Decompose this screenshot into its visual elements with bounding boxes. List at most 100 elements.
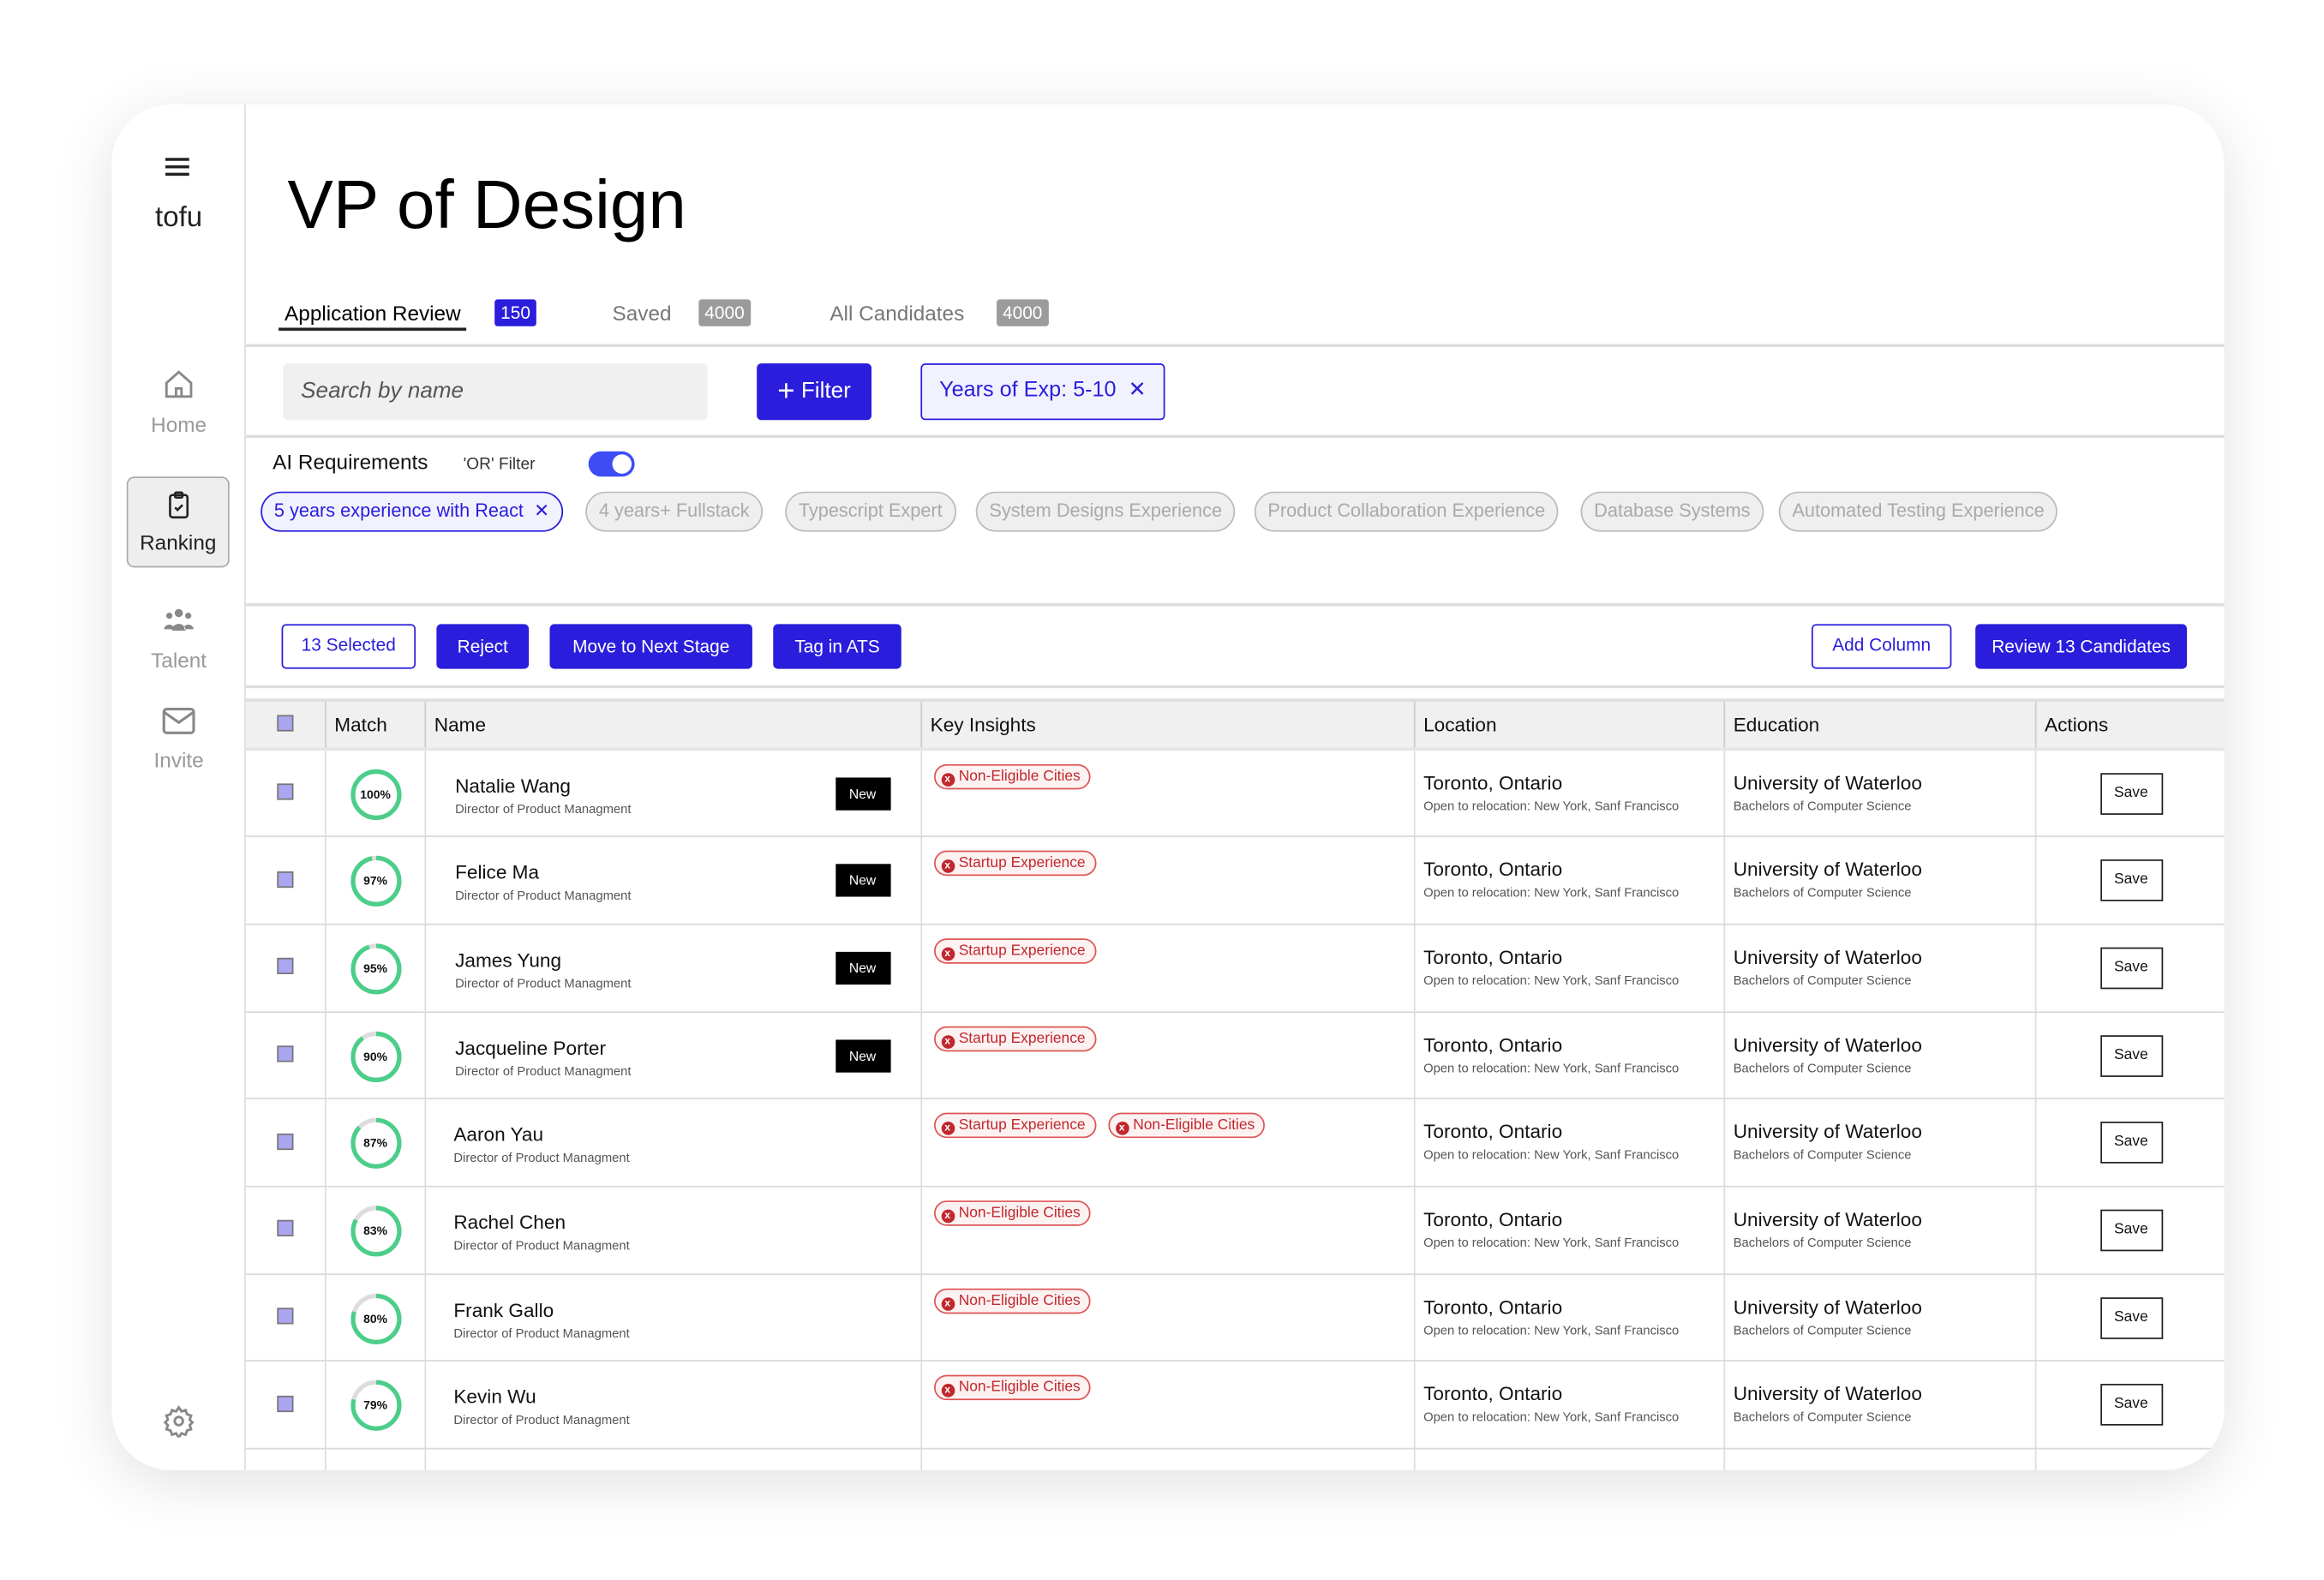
column-header-match[interactable]: Match	[324, 698, 426, 751]
candidate-name[interactable]: Kevin Wu	[453, 1385, 629, 1408]
sidebar-item-home[interactable]: Home	[111, 368, 245, 436]
candidate-name[interactable]: Natalie Wang	[455, 775, 631, 797]
match-score: 97%	[363, 874, 387, 889]
row-checkbox[interactable]	[276, 871, 294, 888]
tag-in-ats-button[interactable]: Tag in ATS	[773, 624, 901, 669]
count-badge: 4000	[698, 299, 751, 326]
candidate-name[interactable]: Jacqueline Porter	[455, 1036, 631, 1058]
close-icon[interactable]: ✕	[529, 500, 549, 521]
reject-button[interactable]: Reject	[436, 624, 530, 669]
candidate-title: Director of Product Managment	[455, 888, 632, 903]
column-header-actions: Actions	[2034, 698, 2225, 751]
save-button[interactable]: Save	[2099, 1209, 2163, 1252]
move-next-stage-button[interactable]: Move to Next Stage	[549, 624, 752, 669]
save-button[interactable]: Save	[2099, 1384, 2163, 1427]
insight-label: Startup Experience	[958, 1117, 1086, 1134]
requirement-chip[interactable]: Database Systems	[1580, 491, 1764, 532]
selected-count-button[interactable]: 13 Selected	[281, 624, 416, 669]
candidate-name[interactable]: Felice Ma	[455, 861, 631, 883]
save-button[interactable]: Save	[2099, 1296, 2163, 1339]
table-row[interactable]: 90% Jacqueline Porter Director of Product…	[245, 1011, 2225, 1100]
row-checkbox[interactable]	[276, 783, 294, 800]
insight-label: Non-Eligible Cities	[958, 1380, 1081, 1397]
active-filter-chip[interactable]: Years of Exp: 5-10 ✕	[920, 363, 1165, 421]
column-header-location[interactable]: Location	[1413, 698, 1725, 751]
divider	[245, 434, 2225, 439]
requirement-chip[interactable]: Product Collaboration Experience	[1254, 491, 1559, 532]
insight-badge: x Startup Experience	[933, 938, 1096, 964]
requirement-chip[interactable]: 5 years experience with React ✕	[261, 491, 563, 532]
gear-icon[interactable]	[162, 1404, 195, 1438]
candidate-name[interactable]: Aaron Yau	[453, 1123, 629, 1146]
add-column-button[interactable]: Add Column	[1811, 624, 1952, 669]
select-all-checkbox[interactable]	[276, 715, 294, 732]
menu-icon[interactable]	[165, 153, 189, 180]
sidebar-item-talent[interactable]: Talent	[111, 607, 245, 672]
match-score: 95%	[363, 961, 387, 976]
column-header-education[interactable]: Education	[1723, 698, 2036, 751]
education-school: University of Waterloo	[1733, 1295, 1922, 1318]
column-header-key-insights[interactable]: Key Insights	[920, 698, 1415, 751]
table-row[interactable]: 83% Rachel Chen Director of Product Manag…	[245, 1186, 2225, 1275]
tab-application-review[interactable]: Application Review	[279, 301, 467, 331]
table-row[interactable]: 100% Natalie Wang Director of Product Man…	[245, 749, 2225, 838]
filter-label: Filter	[800, 378, 851, 404]
candidate-name[interactable]: Frank Gallo	[453, 1298, 629, 1320]
table-row[interactable]: 79% Kevin Wu Director of Product Managmen…	[245, 1361, 2225, 1450]
sidebar-item-ranking[interactable]: Ranking	[126, 476, 230, 568]
match-score: 79%	[363, 1398, 387, 1413]
education-school: University of Waterloo	[1733, 1120, 1922, 1143]
save-button[interactable]: Save	[2099, 859, 2163, 902]
candidate-title: Director of Product Managment	[453, 1150, 630, 1165]
candidate-title: Director of Product Managment	[455, 801, 632, 817]
relocation-note: Open to relocation: New York, Sanf Franc…	[1423, 884, 1680, 901]
save-button[interactable]: Save	[2099, 1034, 2163, 1077]
review-candidates-button[interactable]: Review 13 Candidates	[1975, 624, 2188, 669]
match-score-ring: 83%	[350, 1205, 402, 1257]
table-row[interactable]: 80% Frank Gallo Director of Product Manag…	[245, 1273, 2225, 1362]
row-checkbox[interactable]	[276, 1133, 294, 1150]
insight-badge: x Non-Eligible Cities	[933, 1375, 1091, 1401]
requirement-chip[interactable]: Typescript Expert	[785, 491, 956, 532]
relocation-note: Open to relocation: New York, Sanf Franc…	[1423, 1409, 1680, 1425]
education-degree: Bachelors of Computer Science	[1733, 798, 1912, 814]
table-row[interactable]: 95% James Yung Director of Product Managm…	[245, 924, 2225, 1013]
sidebar-item-invite[interactable]: Invite	[111, 706, 245, 772]
main-content: VP of Design Application Review 150 Save…	[245, 105, 2225, 1470]
requirement-chip[interactable]: Automated Testing Experience	[1778, 491, 2058, 532]
match-score-ring: 80%	[350, 1292, 402, 1344]
filter-button[interactable]: + Filter	[757, 363, 872, 421]
education-degree: Bachelors of Computer Science	[1733, 1060, 1912, 1075]
candidate-name[interactable]: Rachel Chen	[453, 1211, 629, 1233]
column-header-name[interactable]: Name	[424, 698, 922, 751]
x-circle-icon: x	[940, 1122, 955, 1136]
row-checkbox[interactable]	[276, 1220, 294, 1237]
tab-all-candidates[interactable]: All Candidates	[830, 301, 964, 325]
insight-label: Non-Eligible Cities	[1133, 1117, 1255, 1134]
divider	[245, 603, 2225, 607]
tab-saved[interactable]: Saved	[613, 301, 672, 325]
row-checkbox[interactable]	[276, 1395, 294, 1412]
close-icon[interactable]: ✕	[1123, 379, 1147, 403]
table-row[interactable]: 87% Aaron Yau Director of Product Managme…	[245, 1098, 2225, 1188]
row-checkbox[interactable]	[276, 958, 294, 975]
requirement-chip[interactable]: System Designs Experience	[975, 491, 1236, 532]
save-button[interactable]: Save	[2099, 773, 2163, 815]
search-input[interactable]: Search by name	[283, 363, 708, 421]
save-button[interactable]: Save	[2099, 947, 2163, 990]
insight-badge: x Non-Eligible Cities	[1107, 1113, 1266, 1139]
plus-icon: +	[777, 375, 795, 409]
match-score: 80%	[363, 1311, 387, 1326]
sidebar-item-label: Talent	[151, 648, 207, 673]
or-filter-toggle[interactable]	[588, 451, 635, 477]
table-row[interactable]: 97% Felice Ma Director of Product Managme…	[245, 836, 2225, 925]
save-button[interactable]: Save	[2099, 1122, 2163, 1164]
row-checkbox[interactable]	[276, 1045, 294, 1062]
row-checkbox[interactable]	[276, 1308, 294, 1325]
relocation-note: Open to relocation: New York, Sanf Franc…	[1423, 1147, 1680, 1163]
location-city: Toronto, Ontario	[1423, 771, 1563, 794]
count-badge: 4000	[997, 299, 1049, 326]
candidate-name[interactable]: James Yung	[455, 949, 631, 971]
insight-label: Non-Eligible Cities	[958, 1292, 1081, 1309]
requirement-chip[interactable]: 4 years+ Fullstack	[585, 491, 764, 532]
